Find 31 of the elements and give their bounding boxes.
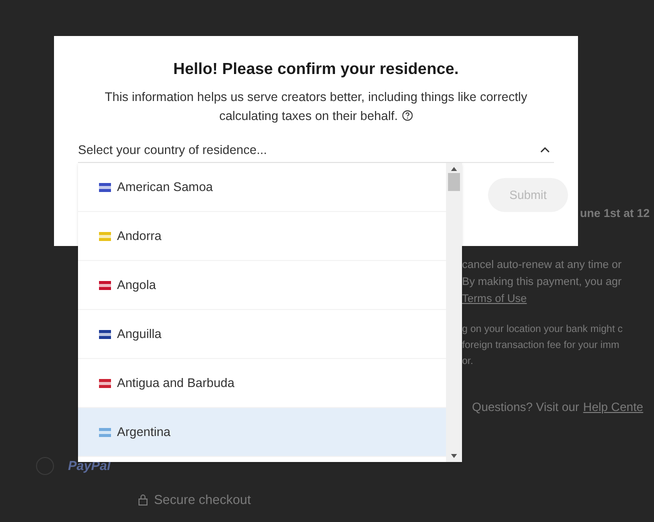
help-center-link[interactable]: Help Cente xyxy=(583,398,644,416)
scrollbar-thumb[interactable] xyxy=(448,172,460,190)
flag-icon xyxy=(99,182,111,192)
chevron-icon xyxy=(540,147,550,153)
terms-text: By making this payment, you agr xyxy=(462,275,623,290)
flag-icon xyxy=(99,232,111,240)
paypal-label: PayPal xyxy=(68,457,111,476)
modal-title: Hello! Please confirm your residence. xyxy=(173,60,459,80)
secure-checkout-text: Secure checkout xyxy=(154,491,251,510)
country-option[interactable]: Angola xyxy=(78,261,446,310)
flag-icon xyxy=(99,428,111,436)
flag-icon xyxy=(99,330,111,338)
terms-text: cancel auto-renew at any time or xyxy=(462,258,623,274)
country-option[interactable]: American Samoa xyxy=(78,163,446,212)
lock-icon xyxy=(138,494,148,506)
fee-text: g on your location your bank might c xyxy=(462,323,624,338)
modal-description: This information helps us serve creators better, including things like correctly calculating taxes on their behalf. xyxy=(104,89,528,125)
help-icon[interactable] xyxy=(402,110,413,121)
renewal-date-text: une 1st at 12 xyxy=(579,207,651,222)
questions-text: Questions? Visit our xyxy=(472,399,580,416)
country-option[interactable]: Anguilla xyxy=(78,310,446,359)
country-option[interactable]: Argentina xyxy=(78,408,446,457)
fee-text: or. xyxy=(462,355,474,370)
country-option[interactable]: Andorra xyxy=(78,212,446,261)
scroll-down-icon[interactable] xyxy=(451,454,457,458)
scrollbar[interactable] xyxy=(446,163,462,462)
country-option[interactable]: Antigua and Barbuda xyxy=(78,359,446,408)
flag-icon xyxy=(99,378,111,388)
fee-text: foreign transaction fee for your imm xyxy=(462,339,620,354)
flag-icon xyxy=(99,280,111,290)
terms-link[interactable]: Terms of Use xyxy=(462,291,527,308)
